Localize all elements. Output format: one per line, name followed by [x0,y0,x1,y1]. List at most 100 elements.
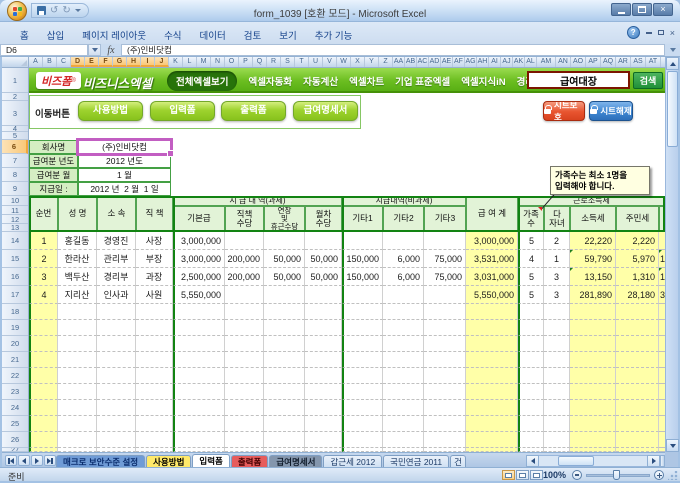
row-header[interactable]: 22 [2,368,28,384]
row-header[interactable]: 20 [2,336,28,352]
column-header[interactable]: Z [379,57,393,67]
row-header[interactable]: 5 [2,132,28,140]
empty-cell[interactable] [58,384,97,400]
cell-total[interactable]: 3,531,000 [466,250,518,268]
empty-cell[interactable] [383,400,424,416]
resize-grip[interactable] [668,471,678,480]
empty-cell[interactable] [342,432,383,448]
empty-cell[interactable] [518,304,544,320]
row-header[interactable]: 6 [2,140,28,154]
minimize-button[interactable] [611,3,631,16]
horizontal-scrollbar-thumb[interactable] [558,456,594,466]
empty-cell[interactable] [383,320,424,336]
empty-cell[interactable] [383,336,424,352]
empty-cell[interactable] [173,320,225,336]
first-sheet-icon[interactable] [5,455,17,466]
empty-cell[interactable] [544,416,570,432]
row-header[interactable]: 15 [2,250,28,268]
cell-family-count[interactable]: 4 [518,250,544,268]
empty-cell[interactable] [342,384,383,400]
column-header[interactable]: N [211,57,225,67]
cell-income-tax[interactable]: 281,890 [570,286,616,304]
ribbon-tab[interactable]: 보기 [271,26,304,44]
empty-cell[interactable] [264,400,305,416]
empty-cell[interactable] [58,368,97,384]
empty-cell[interactable] [544,400,570,416]
column-header[interactable]: Y [365,57,379,67]
cell-overtime-allowance[interactable] [264,232,305,250]
cell-position[interactable]: 사장 [136,232,173,250]
vertical-scrollbar[interactable] [665,57,678,452]
cell-total[interactable]: 5,550,000 [466,286,518,304]
empty-cell[interactable] [466,416,518,432]
cell-etc3[interactable]: 75,000 [424,250,466,268]
empty-cell[interactable] [383,304,424,320]
empty-cell[interactable] [305,384,342,400]
header-no[interactable]: 순번 [29,196,58,232]
column-header[interactable]: I [141,57,155,67]
column-header[interactable]: L [183,57,197,67]
column-header[interactable]: D [71,57,85,67]
hscroll-right-icon[interactable] [647,455,660,467]
empty-cell[interactable] [544,368,570,384]
zoom-out-icon[interactable] [572,470,582,480]
row-header[interactable]: 8 [2,168,28,182]
header-children[interactable]: 다 자녀 [544,206,570,232]
column-header[interactable]: X [351,57,365,67]
ribbon-tab[interactable]: 수식 [156,26,189,44]
formula-input[interactable]: (주)인비닷컴 [121,44,665,56]
empty-cell[interactable] [570,432,616,448]
cell-base-pay[interactable]: 3,000,000 [173,232,225,250]
cell-duty-allowance[interactable]: 200,000 [225,250,264,268]
row-header[interactable]: 10 [2,196,28,206]
column-header[interactable]: AA [393,57,405,67]
column-header[interactable]: AS [631,57,646,67]
cell-total[interactable]: 3,000,000 [466,232,518,250]
search-button[interactable]: 검색 [633,72,663,89]
header-total[interactable]: 급 여 계 [466,196,518,232]
cell-dept[interactable]: 인사과 [97,286,136,304]
cell-position[interactable]: 과장 [136,268,173,286]
row-header[interactable]: 26 [2,432,28,448]
empty-cell[interactable] [544,304,570,320]
brand-menu-item[interactable]: 엑셀지식iN [461,74,505,88]
column-header[interactable]: M [197,57,211,67]
cell-name[interactable]: 한라산 [58,250,97,268]
year-field[interactable]: 2012 년도 [78,154,171,168]
column-header[interactable]: AO [571,57,586,67]
cell-monthly-allowance[interactable]: 50,000 [305,250,342,268]
column-header[interactable]: AB [405,57,417,67]
empty-cell[interactable] [518,336,544,352]
header-name[interactable]: 성 명 [58,196,97,232]
empty-cell[interactable] [136,320,173,336]
empty-cell[interactable] [136,384,173,400]
column-header[interactable]: AL [525,57,537,67]
empty-cell[interactable] [342,304,383,320]
empty-cell[interactable] [342,336,383,352]
cell-overtime-allowance[interactable] [264,286,305,304]
empty-cell[interactable] [136,400,173,416]
nav-button[interactable]: 출력폼 [221,101,286,121]
empty-cell[interactable] [225,384,264,400]
search-box[interactable]: 급여대장 [527,71,630,89]
cell-total[interactable]: 3,031,000 [466,268,518,286]
empty-cell[interactable] [97,368,136,384]
column-header[interactable]: AN [556,57,571,67]
empty-cell[interactable] [136,352,173,368]
cell-family-count[interactable]: 5 [518,286,544,304]
column-header[interactable]: AI [489,57,501,67]
empty-cell[interactable] [570,384,616,400]
cell-base-pay[interactable]: 5,550,000 [173,286,225,304]
cell-monthly-allowance[interactable] [305,232,342,250]
cell-etc1[interactable]: 150,000 [342,268,383,286]
empty-cell[interactable] [136,368,173,384]
column-header[interactable]: AH [477,57,489,67]
empty-cell[interactable] [518,368,544,384]
header-etc1[interactable]: 기타1 [342,206,383,232]
cell-etc2[interactable] [383,232,424,250]
empty-cell[interactable] [305,336,342,352]
last-sheet-icon[interactable] [44,455,56,466]
sheet-protect-button[interactable]: 시트보호 [543,101,585,121]
empty-cell[interactable] [570,352,616,368]
brand-menu-item[interactable]: 전체엑셀보기 [167,71,237,91]
